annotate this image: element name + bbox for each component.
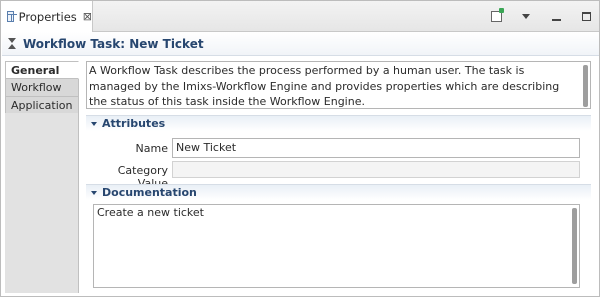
side-tab-filler — [5, 113, 79, 293]
documentation-section-title: Documentation — [102, 186, 197, 199]
twisty-expanded-icon — [91, 190, 97, 195]
properties-view: Properties ⊠ Workflow Task: New Ticket G… — [0, 0, 600, 297]
attributes-section-header[interactable]: Attributes — [86, 115, 591, 131]
hourglass-icon — [8, 38, 16, 49]
minimize-icon — [551, 18, 561, 21]
maximize-button[interactable] — [579, 10, 593, 24]
view-toolbar — [489, 1, 593, 32]
view-menu-icon — [522, 14, 530, 19]
properties-icon — [7, 11, 17, 22]
tab-properties-label: Properties — [18, 9, 77, 24]
description-value: A Workflow Task describes the process pe… — [89, 64, 560, 108]
documentation-scrollbar[interactable] — [572, 208, 577, 284]
side-tab-general[interactable]: General — [5, 61, 79, 79]
category-value-input[interactable] — [172, 161, 580, 178]
documentation-section-header[interactable]: Documentation — [86, 184, 591, 200]
properties-header: Workflow Task: New Ticket — [2, 32, 599, 56]
description-scrollbar[interactable] — [583, 65, 588, 107]
pin-editor-icon — [490, 8, 504, 22]
documentation-value: Create a new ticket — [97, 206, 204, 219]
documentation-textarea[interactable]: Create a new ticket — [93, 204, 580, 288]
close-icon[interactable]: ⊠ — [83, 10, 92, 23]
name-input[interactable]: New Ticket — [172, 138, 580, 158]
view-tab-bar: Properties ⊠ — [1, 1, 599, 32]
description-text[interactable]: A Workflow Task describes the process pe… — [86, 61, 591, 109]
maximize-icon — [581, 12, 591, 21]
name-label: Name — [135, 142, 168, 155]
view-menu-button[interactable] — [519, 10, 533, 24]
minimize-button[interactable] — [549, 10, 563, 24]
side-tab-list: General Workflow Application — [5, 61, 79, 115]
page-title: Workflow Task: New Ticket — [23, 36, 204, 51]
tab-properties[interactable]: Properties ⊠ — [1, 1, 93, 32]
twisty-expanded-icon — [91, 121, 97, 126]
side-tab-workflow[interactable]: Workflow — [5, 79, 79, 97]
attributes-section-title: Attributes — [102, 117, 166, 130]
pin-editor-button[interactable] — [489, 8, 504, 24]
